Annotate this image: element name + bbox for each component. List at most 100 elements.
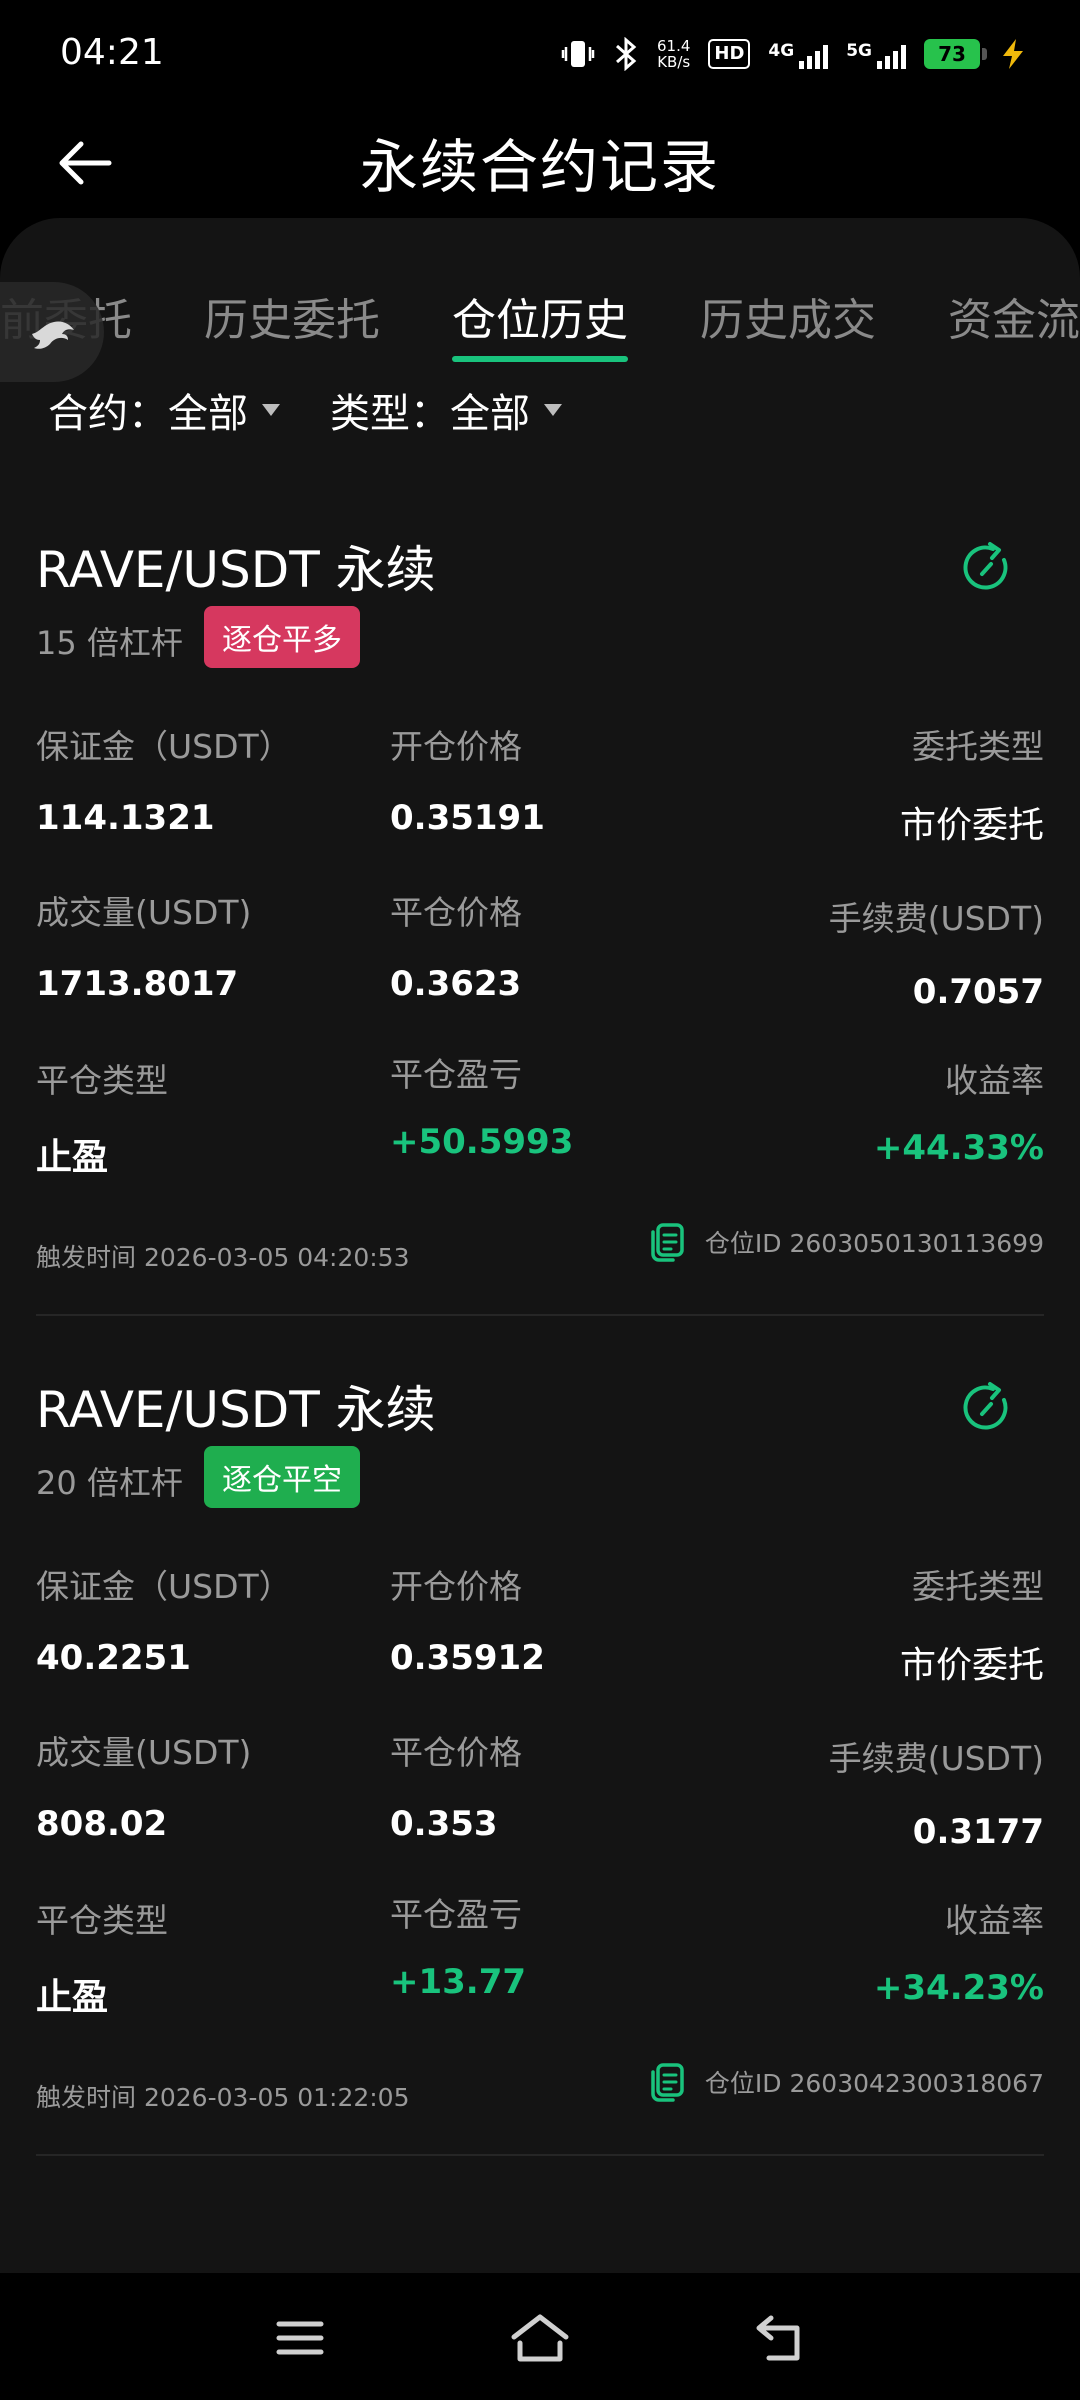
menu-button[interactable] [260, 2303, 340, 2373]
tab-bar: 前委托 历史委托 仓位历史 历史成交 资金流 [0, 248, 1080, 382]
share-icon[interactable] [960, 1380, 1016, 1436]
record-title: RAVE/USDT 永续 [36, 541, 436, 599]
pnl-value: +13.77 [390, 1962, 527, 2002]
trigger-time: 触发时间 2026-03-05 04:20:53 [36, 1238, 409, 1274]
copy-icon[interactable] [649, 2062, 687, 2102]
net-speed: 61.4 KB/s [657, 34, 690, 74]
close-price-label: 平仓价格 [390, 893, 522, 932]
net-speed-unit: KB/s [657, 53, 691, 71]
menu-icon [276, 2321, 324, 2355]
position-id-value: 2603050130113699 [789, 1229, 1045, 1258]
margin-value: 40.2251 [36, 1638, 191, 1678]
status-bar: 04:21 61.4 KB/s HD 4G 5G 73 [0, 0, 1080, 110]
close-type-label: 平仓类型 [36, 1061, 168, 1100]
bird-logo-icon [32, 321, 74, 349]
status-time: 04:21 [60, 32, 164, 73]
tab-position-history[interactable]: 仓位历史 [452, 284, 628, 348]
order-type-value: 市价委托 [899, 805, 1044, 846]
roi-value: +34.23% [873, 1968, 1044, 2008]
card-divider [36, 2154, 1044, 2156]
bluetooth-icon [613, 34, 639, 74]
margin-value: 114.1321 [36, 798, 215, 838]
status-icons: 61.4 KB/s HD 4G 5G 73 [561, 34, 1028, 74]
trigger-time-label: 触发时间 [36, 1243, 137, 1272]
copy-icon[interactable] [649, 1222, 687, 1262]
card-divider [36, 1314, 1044, 1316]
return-icon [756, 2315, 800, 2361]
position-record-card: RAVE/USDT 永续 20 倍杠杆 逐仓平空 保证金（USDT） 开仓价格 … [0, 1370, 1080, 2156]
trigger-time-label: 触发时间 [36, 2083, 137, 2112]
record-title: RAVE/USDT 永续 [36, 1381, 436, 1439]
home-icon [511, 2314, 569, 2362]
contract-filter-label: 合约：全部 [48, 391, 248, 437]
signal-5g-icon: 5G [846, 39, 906, 69]
roi-label: 收益率 [945, 1061, 1044, 1100]
close-type-value: 止盈 [36, 1977, 109, 2018]
fee-label: 手续费(USDT) [828, 1739, 1044, 1778]
volume-label: 成交量(USDT) [36, 893, 252, 932]
leverage-label: 20 倍杠杆 [36, 1464, 183, 1502]
net2-label: 5G [846, 41, 872, 61]
position-id-value: 2603042300318067 [789, 2069, 1045, 2098]
floating-assistant-button[interactable] [0, 282, 104, 382]
roi-value: +44.33% [873, 1128, 1044, 1168]
filter-bar: 合约：全部 类型：全部 [48, 380, 562, 440]
pnl-value: +50.5993 [390, 1122, 574, 1162]
type-filter-label: 类型：全部 [330, 391, 530, 437]
net1-label: 4G [768, 41, 795, 61]
position-side-badge: 逐仓平空 [204, 1446, 360, 1508]
home-button[interactable] [500, 2303, 580, 2373]
fee-value: 0.7057 [912, 972, 1044, 1012]
open-price-value: 0.35912 [390, 1638, 545, 1678]
trigger-time: 触发时间 2026-03-05 01:22:05 [36, 2078, 409, 2114]
position-id: 仓位ID 2603050130113699 [649, 1222, 1044, 1262]
signal-4g-icon: 4G [768, 39, 829, 69]
volume-value: 1713.8017 [36, 964, 239, 1004]
roi-label: 收益率 [945, 1901, 1044, 1940]
page-title: 永续合约记录 [359, 133, 720, 201]
contract-filter[interactable]: 合约：全部 [48, 380, 280, 440]
close-price-value: 0.353 [390, 1804, 498, 1844]
share-icon[interactable] [960, 540, 1016, 596]
trigger-time-value: 2026-03-05 01:22:05 [143, 2083, 410, 2112]
open-price-label: 开仓价格 [390, 727, 522, 766]
leverage-label: 15 倍杠杆 [36, 624, 183, 662]
tab-trade-history[interactable]: 历史成交 [700, 284, 876, 348]
close-price-value: 0.3623 [390, 964, 522, 1004]
active-tab-indicator [452, 356, 628, 362]
system-nav-bar [0, 2273, 1080, 2400]
trigger-time-value: 2026-03-05 04:20:53 [143, 1243, 410, 1272]
vibrate-icon [561, 34, 595, 74]
position-id-label: 仓位ID [704, 1229, 782, 1258]
position-side-badge: 逐仓平多 [204, 606, 360, 668]
position-id: 仓位ID 2603042300318067 [649, 2062, 1044, 2102]
caret-down-icon [262, 404, 280, 416]
order-type-value: 市价委托 [899, 1645, 1044, 1686]
fee-label: 手续费(USDT) [828, 899, 1044, 938]
app-header: 永续合约记录 [0, 110, 1080, 220]
hd-voice-icon: HD [708, 39, 751, 69]
margin-label: 保证金（USDT） [36, 1567, 292, 1606]
position-record-card: RAVE/USDT 永续 15 倍杠杆 逐仓平多 保证金（USDT） 开仓价格 … [0, 530, 1080, 1316]
charging-icon [998, 34, 1028, 74]
close-type-label: 平仓类型 [36, 1901, 168, 1940]
tab-fund-flow[interactable]: 资金流 [948, 284, 1080, 348]
open-price-label: 开仓价格 [390, 1567, 522, 1606]
records-panel: 前委托 历史委托 仓位历史 历史成交 资金流 合约：全部 类型：全部 RAVE/… [0, 218, 1080, 2273]
fee-value: 0.3177 [912, 1812, 1044, 1852]
caret-down-icon [544, 404, 562, 416]
margin-label: 保证金（USDT） [36, 727, 292, 766]
pnl-label: 平仓盈亏 [390, 1055, 522, 1094]
type-filter[interactable]: 类型：全部 [330, 380, 562, 440]
close-price-label: 平仓价格 [390, 1733, 522, 1772]
volume-value: 808.02 [36, 1804, 168, 1844]
close-type-value: 止盈 [36, 1137, 109, 1178]
position-id-label: 仓位ID [704, 2069, 782, 2098]
back-nav-button[interactable] [740, 2303, 820, 2373]
order-type-label: 委托类型 [912, 727, 1044, 766]
pnl-label: 平仓盈亏 [390, 1895, 522, 1934]
order-type-label: 委托类型 [912, 1567, 1044, 1606]
tab-order-history[interactable]: 历史委托 [204, 284, 380, 348]
volume-label: 成交量(USDT) [36, 1733, 252, 1772]
open-price-value: 0.35191 [390, 798, 545, 838]
